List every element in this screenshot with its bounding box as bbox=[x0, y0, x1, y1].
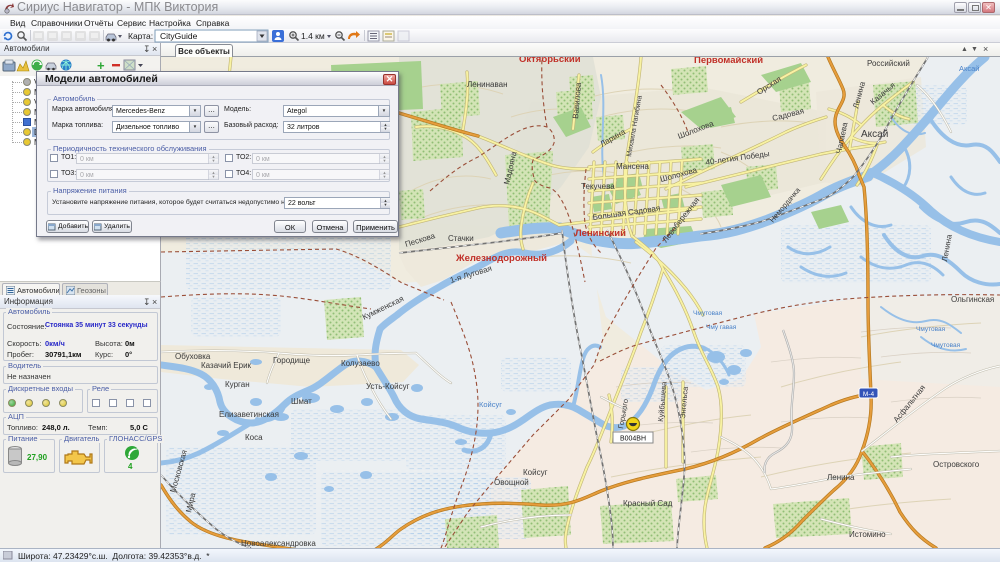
svg-text:CityGuide: CityGuide bbox=[160, 31, 198, 41]
svg-text:Карта:: Карта: bbox=[128, 31, 153, 41]
svg-text:Колузаево: Колузаево bbox=[341, 359, 380, 368]
svg-text:1.4 км: 1.4 км bbox=[301, 31, 325, 41]
svg-text:Обуховка: Обуховка bbox=[175, 352, 211, 361]
svg-text:Ленинский: Ленинский bbox=[575, 228, 626, 239]
svg-text:М-4: М-4 bbox=[863, 391, 875, 398]
svg-text:Городище: Городище bbox=[273, 356, 311, 365]
svg-text:Казачий Ерик: Казачий Ерик bbox=[201, 361, 252, 370]
svg-text:Стачки: Стачки bbox=[448, 234, 474, 243]
svg-text:Октябрьский: Октябрьский bbox=[519, 57, 581, 65]
svg-text:Аксай: Аксай bbox=[959, 64, 979, 73]
svg-text:Ленина: Ленина bbox=[827, 473, 855, 482]
svg-text:Елизаветинская: Елизаветинская bbox=[219, 410, 279, 419]
svg-text:Коса: Коса bbox=[245, 433, 263, 442]
svg-text:Новоалександровка: Новоалександровка bbox=[241, 539, 316, 548]
svg-text:Койсуг: Койсуг bbox=[523, 468, 548, 477]
svg-text:Первомайский: Первомайский bbox=[694, 57, 763, 66]
svg-text:Российский: Российский bbox=[867, 59, 910, 68]
svg-text:Чмутовая: Чмутовая bbox=[916, 326, 946, 333]
svg-text:Истомино: Истомино bbox=[849, 530, 886, 539]
svg-text:Мансена: Мансена bbox=[616, 162, 649, 171]
svg-text:Усть-Койсуг: Усть-Койсуг bbox=[366, 382, 410, 391]
svg-text:Ольгинская: Ольгинская bbox=[951, 295, 994, 304]
svg-text:Койсуг: Койсуг bbox=[479, 400, 502, 409]
svg-text:Ленинаван: Ленинаван bbox=[467, 80, 507, 89]
svg-text:Чмутовая: Чмутовая bbox=[931, 342, 961, 349]
svg-text:Островского: Островского bbox=[933, 460, 980, 469]
svg-text:Текучева: Текучева bbox=[581, 182, 615, 191]
svg-text:Аксай: Аксай bbox=[861, 129, 888, 140]
svg-text:В004ВН: В004ВН bbox=[620, 436, 646, 443]
svg-text:Курган: Курган bbox=[225, 380, 250, 389]
svg-text:Овощной: Овощной bbox=[494, 478, 529, 487]
svg-text:Шмат: Шмат bbox=[291, 397, 312, 406]
svg-text:Чмутовая: Чмутовая bbox=[693, 310, 723, 317]
svg-text:Чму гавая: Чму гавая bbox=[706, 324, 737, 331]
svg-text:Красный Сад: Красный Сад bbox=[623, 499, 673, 508]
svg-text:Железнодорожный: Железнодорожный bbox=[455, 253, 547, 264]
